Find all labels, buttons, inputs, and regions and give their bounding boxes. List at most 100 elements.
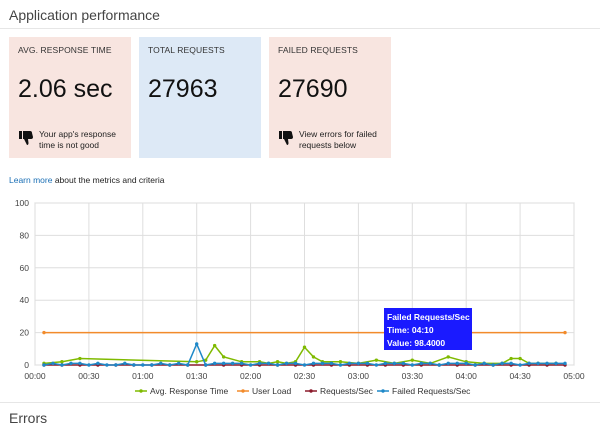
data-point [302, 363, 307, 367]
data-point [338, 363, 343, 367]
x-tick-label: 01:30 [186, 371, 208, 381]
learn-more-line: Learn more about the metrics and criteri… [9, 175, 164, 185]
card-note: Your app's response time is not good [18, 129, 125, 151]
title-divider [0, 28, 600, 29]
data-point [491, 363, 495, 367]
data-point [230, 361, 235, 366]
performance-chart: 00:00 00:30 01:00 01:30 02:00 02:30 03:00 03:30… [15, 198, 585, 396]
data-point [365, 361, 370, 366]
card-note: View errors for failed requests below [278, 129, 385, 151]
data-point [266, 361, 271, 366]
data-point [518, 356, 522, 361]
data-point [186, 363, 190, 367]
data-point [195, 342, 199, 346]
data-point [347, 361, 352, 366]
data-point [383, 361, 388, 366]
data-point [446, 361, 450, 366]
y-tick-label: 80 [20, 230, 30, 240]
legend-item: Failed Requests/Sec [377, 386, 471, 396]
data-point [311, 355, 316, 359]
x-axis-ticks: 00:00 00:30 01:00 01:30 02:00 02:30 03:00 03:30… [24, 371, 585, 381]
y-tick-label: 100 [15, 198, 29, 208]
data-point [42, 363, 46, 367]
data-point [419, 361, 423, 366]
data-point [437, 363, 441, 367]
thumbs-down-icon [19, 131, 33, 145]
learn-more-text: about the metrics and criteria [52, 175, 165, 185]
data-point [195, 360, 199, 364]
data-point [473, 363, 477, 367]
data-point [320, 361, 325, 366]
tooltip-time: Time: 04:10 [387, 325, 434, 335]
data-point [518, 363, 522, 367]
card-note-text: View errors for failed requests below [299, 129, 377, 150]
data-point [221, 355, 226, 359]
series-line [43, 344, 556, 365]
data-point [401, 361, 406, 366]
x-tick-label: 02:30 [294, 371, 316, 381]
failed-requests-card[interactable]: FAILED REQUESTS 27690 View errors for fa… [269, 37, 391, 158]
data-point [114, 363, 118, 367]
legend-label: User Load [252, 386, 291, 396]
card-value: 27963 [148, 75, 218, 103]
avg-response-time-card[interactable]: AVG. RESPONSE TIME 2.06 sec Your app's r… [9, 37, 131, 158]
data-point [482, 361, 486, 366]
data-point [527, 361, 531, 366]
chart-legend: Avg. Response Time User Load Requests/Sec F… [135, 386, 471, 396]
data-point [446, 355, 450, 359]
data-point [374, 358, 379, 362]
data-point [509, 361, 513, 366]
data-point [500, 361, 504, 366]
card-value: 2.06 sec [18, 75, 113, 103]
x-tick-label: 04:30 [509, 371, 531, 381]
data-point [248, 363, 253, 367]
data-point [42, 330, 46, 335]
card-note-text: Your app's response time is not good [39, 129, 116, 150]
y-tick-label: 40 [20, 295, 30, 305]
data-point [78, 356, 82, 361]
data-point [78, 361, 82, 366]
data-point [51, 361, 55, 366]
data-point [123, 361, 127, 366]
data-point [141, 363, 145, 367]
y-axis-ticks: 0 20 40 60 80 100 [15, 198, 29, 370]
data-point [410, 363, 414, 367]
data-point [69, 361, 73, 366]
learn-more-link[interactable]: Learn more [9, 175, 52, 185]
data-point [554, 361, 558, 366]
data-point [329, 361, 334, 366]
x-tick-label: 00:30 [78, 371, 100, 381]
data-point [159, 361, 163, 366]
data-point [212, 343, 217, 348]
data-point [96, 361, 100, 366]
data-point [536, 361, 540, 366]
data-point [356, 361, 361, 366]
data-point [212, 361, 217, 366]
data-point [293, 361, 298, 366]
chart-grid [34, 202, 575, 366]
data-point [105, 363, 109, 367]
data-point [509, 356, 513, 361]
data-point [60, 363, 64, 367]
data-point [311, 361, 316, 366]
x-tick-label: 00:00 [24, 371, 46, 381]
data-point [168, 363, 172, 367]
x-tick-label: 01:00 [132, 371, 154, 381]
legend-marker [241, 389, 245, 393]
page-title: Application performance [9, 7, 160, 23]
data-point [239, 361, 244, 366]
data-point [60, 360, 64, 364]
y-tick-label: 0 [24, 360, 29, 370]
data-point [392, 361, 397, 366]
data-point [150, 363, 154, 367]
y-tick-label: 60 [20, 263, 30, 273]
x-tick-label: 04:00 [456, 371, 478, 381]
data-point [563, 361, 567, 366]
data-point [563, 330, 567, 335]
total-requests-card[interactable]: TOTAL REQUESTS 27963 [139, 37, 261, 158]
data-point [428, 361, 432, 366]
thumbs-down-icon [279, 131, 293, 145]
data-point [545, 361, 549, 366]
chart-tooltip: Failed Requests/Sec Time: 04:10 Value: 9… [384, 308, 472, 350]
data-point [302, 345, 307, 349]
